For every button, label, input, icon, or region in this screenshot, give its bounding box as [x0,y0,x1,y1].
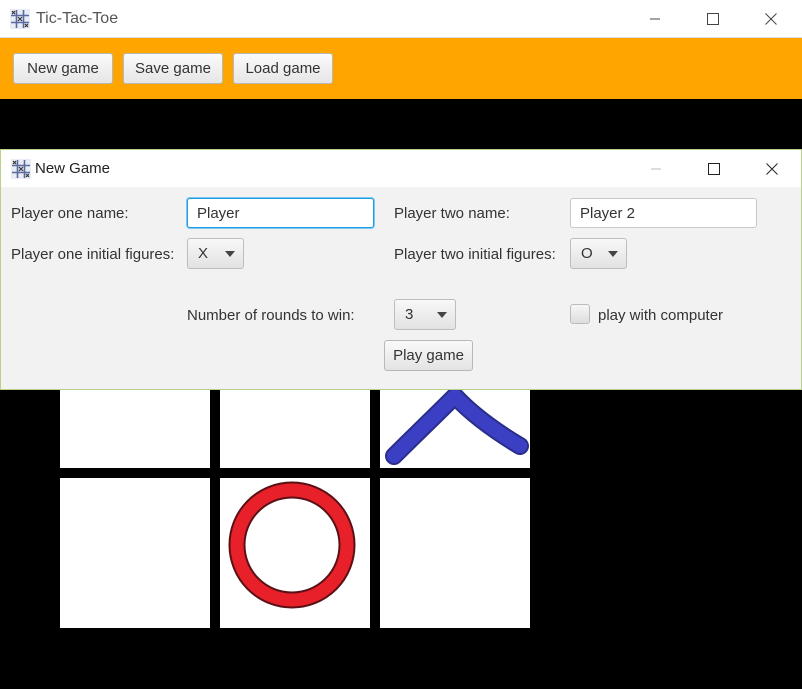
player-two-figures-value: O [581,245,593,262]
chevron-down-icon [225,251,235,257]
new-game-button[interactable]: New game [13,53,113,84]
board-cell-r2c1[interactable] [60,478,210,628]
play-with-computer-label: play with computer [598,307,724,324]
player-one-figures-value: X [198,245,209,262]
maximize-icon[interactable] [684,0,742,38]
player-one-name-input[interactable] [187,198,374,228]
chevron-down-icon [437,312,447,318]
board-cell-r2c2[interactable] [220,478,370,628]
chevron-down-icon [608,251,618,257]
dialog-titlebar: New Game [1,150,801,187]
player-two-figures-select[interactable]: O [570,238,627,269]
player-two-figures-label: Player two initial figures: [394,246,556,263]
load-game-button[interactable]: Load game [233,53,333,84]
close-icon[interactable] [743,150,801,187]
board-cell-r1c3[interactable] [380,380,530,468]
minimize-icon[interactable] [626,0,684,38]
o-mark-icon [228,481,356,609]
board-cell-r1c1[interactable] [60,380,210,468]
board-cell-r2c3[interactable] [380,478,530,628]
new-game-dialog: New Game Player one name: Player two nam… [0,149,802,390]
player-two-name-label: Player two name: [394,205,510,222]
rounds-to-win-label: Number of rounds to win: [187,307,355,324]
player-one-name-label: Player one name: [11,205,129,222]
close-icon[interactable] [742,0,800,38]
tic-tac-toe-grid-icon [11,159,31,179]
game-board [50,380,540,640]
dialog-title: New Game [35,160,111,177]
save-game-button[interactable]: Save game [123,53,223,84]
player-one-figures-label: Player one initial figures: [11,246,175,263]
main-titlebar: Tic-Tac-Toe [0,0,802,38]
player-two-name-input[interactable] [570,198,757,228]
rounds-to-win-value: 3 [405,306,414,323]
minimize-icon[interactable] [627,150,685,187]
play-game-button[interactable]: Play game [384,340,473,371]
x-mark-icon [385,387,529,465]
toolbar: New game Save game Load game [0,38,802,99]
main-window-title: Tic-Tac-Toe [36,10,119,27]
rounds-to-win-select[interactable]: 3 [394,299,456,330]
player-one-figures-select[interactable]: X [187,238,244,269]
board-cell-r1c2[interactable] [220,380,370,468]
maximize-icon[interactable] [685,150,743,187]
play-with-computer-checkbox[interactable] [570,304,590,324]
tic-tac-toe-grid-icon [10,9,30,29]
